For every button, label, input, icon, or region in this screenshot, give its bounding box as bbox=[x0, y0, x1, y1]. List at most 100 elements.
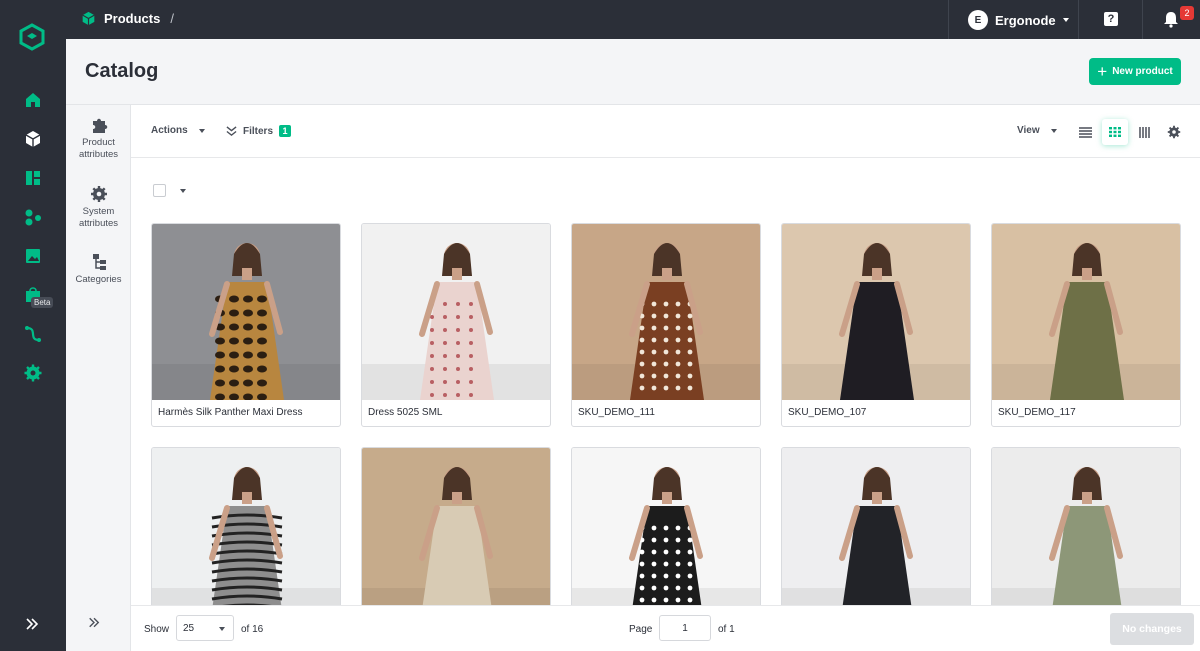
pagination-footer: Show 25 of 16 Page of 1 No changes bbox=[131, 605, 1200, 651]
new-product-label: New product bbox=[1112, 66, 1173, 77]
user-menu[interactable]: E Ergonode bbox=[968, 10, 1069, 30]
filter-chevrons-icon bbox=[226, 125, 237, 136]
product-name: SKU_DEMO_107 bbox=[788, 407, 867, 418]
side-item-label: Categories bbox=[75, 274, 122, 285]
product-card[interactable]: SKU_DEMO_117 bbox=[991, 223, 1181, 427]
rail-dashboard-button[interactable] bbox=[20, 167, 46, 189]
side-item-product-attributes[interactable]: Product attributes bbox=[66, 116, 131, 161]
grid-view-icon bbox=[1109, 127, 1121, 137]
product-card[interactable] bbox=[151, 447, 341, 605]
product-photo bbox=[362, 224, 550, 400]
expand-rail-button[interactable] bbox=[20, 614, 44, 634]
products-icon bbox=[82, 11, 95, 26]
rail-integrations-button[interactable] bbox=[20, 206, 46, 228]
media-icon bbox=[26, 249, 40, 263]
list-view-icon bbox=[1078, 126, 1092, 138]
chevron-down-icon bbox=[198, 128, 205, 133]
page-number-input[interactable] bbox=[659, 615, 711, 641]
product-image bbox=[782, 448, 970, 605]
total-count: of 16 bbox=[241, 624, 264, 635]
grid-view-button[interactable] bbox=[1102, 119, 1128, 145]
product-card[interactable] bbox=[991, 447, 1181, 605]
side-item-label: attributes bbox=[78, 149, 119, 160]
chevron-down-icon bbox=[1050, 128, 1057, 133]
catalog-main: Actions Filters 1 View Harmès Silk Panth… bbox=[131, 105, 1200, 651]
double-chevron-right-icon bbox=[26, 618, 39, 630]
page-label: Page bbox=[629, 624, 653, 635]
product-name: Dress 5025 SML bbox=[368, 407, 443, 418]
products-icon bbox=[25, 131, 41, 147]
column-view-button[interactable] bbox=[1132, 119, 1158, 145]
rail-media-button[interactable] bbox=[20, 245, 46, 267]
show-label: Show bbox=[144, 624, 170, 635]
filters-button[interactable]: Filters 1 bbox=[226, 125, 292, 137]
notification-badge: 2 bbox=[1180, 6, 1194, 20]
tree-icon bbox=[92, 254, 106, 270]
rail-workflow-button[interactable] bbox=[20, 323, 46, 345]
expand-panel-button[interactable] bbox=[88, 615, 100, 631]
product-photo bbox=[152, 448, 340, 605]
plus-icon: + bbox=[1097, 61, 1108, 81]
product-photo bbox=[782, 224, 970, 400]
product-card[interactable] bbox=[571, 447, 761, 605]
actions-dropdown[interactable]: Actions bbox=[151, 125, 205, 136]
filters-label: Filters bbox=[243, 125, 274, 137]
new-product-button[interactable]: + New product bbox=[1089, 58, 1181, 85]
side-item-label: Product bbox=[82, 137, 115, 148]
product-image bbox=[152, 224, 340, 400]
grid-toolbar: Actions Filters 1 View bbox=[131, 105, 1200, 158]
ergonode-logo-icon[interactable] bbox=[17, 22, 47, 52]
product-image bbox=[572, 448, 760, 605]
help-icon[interactable]: ? bbox=[1104, 12, 1118, 26]
divider bbox=[1078, 0, 1079, 39]
actions-label: Actions bbox=[151, 125, 188, 136]
page-title: Catalog bbox=[85, 60, 159, 82]
bell-icon[interactable] bbox=[1162, 10, 1180, 28]
workflow-icon bbox=[25, 326, 41, 342]
breadcrumb: Products / bbox=[81, 11, 174, 26]
product-card[interactable] bbox=[781, 447, 971, 605]
product-name: Harmès Silk Panther Maxi Dress bbox=[158, 407, 303, 418]
rail-products-button[interactable] bbox=[20, 128, 46, 150]
product-name: SKU_DEMO_111 bbox=[578, 407, 655, 418]
save-changes-button[interactable]: No changes bbox=[1110, 613, 1194, 645]
rail-home-button[interactable] bbox=[20, 89, 46, 111]
gear-icon bbox=[90, 186, 107, 202]
product-card[interactable]: SKU_DEMO_111 bbox=[571, 223, 761, 427]
beta-badge: Beta bbox=[31, 297, 54, 308]
dashboard-icon bbox=[26, 171, 40, 185]
product-name: SKU_DEMO_117 bbox=[998, 407, 1076, 418]
list-view-button[interactable] bbox=[1072, 119, 1098, 145]
side-item-categories[interactable]: Categories bbox=[66, 253, 131, 286]
total-pages: of 1 bbox=[718, 624, 735, 635]
per-page-select[interactable]: 25 bbox=[176, 615, 234, 641]
rail-settings-button[interactable] bbox=[20, 362, 46, 384]
product-photo bbox=[782, 448, 970, 605]
product-image bbox=[572, 224, 760, 400]
product-image bbox=[992, 224, 1180, 400]
product-card[interactable]: Dress 5025 SML bbox=[361, 223, 551, 427]
product-image bbox=[782, 224, 970, 400]
product-photo bbox=[362, 448, 550, 605]
side-item-system-attributes[interactable]: System attributes bbox=[66, 185, 131, 230]
product-card[interactable]: SKU_DEMO_107 bbox=[781, 223, 971, 427]
top-bar: Products / E Ergonode ? 2 bbox=[66, 0, 1200, 39]
home-icon bbox=[26, 93, 40, 107]
product-image bbox=[362, 224, 550, 400]
side-item-label: attributes bbox=[78, 218, 119, 229]
avatar: E bbox=[968, 10, 988, 30]
chevron-down-icon[interactable] bbox=[180, 189, 186, 193]
grid-settings-button[interactable] bbox=[1161, 119, 1187, 145]
select-all-checkbox[interactable] bbox=[153, 184, 166, 197]
product-photo bbox=[572, 224, 760, 400]
product-card[interactable]: Harmès Silk Panther Maxi Dress bbox=[151, 223, 341, 427]
product-photo bbox=[152, 224, 340, 400]
filters-count-badge: 1 bbox=[279, 125, 292, 137]
product-grid: Harmès Silk Panther Maxi Dress Dress 502… bbox=[151, 223, 1181, 605]
product-image bbox=[362, 448, 550, 605]
product-image bbox=[992, 448, 1180, 605]
view-dropdown[interactable]: View bbox=[1017, 125, 1057, 136]
breadcrumb-products[interactable]: Products bbox=[104, 11, 160, 26]
product-card[interactable] bbox=[361, 447, 551, 605]
view-label: View bbox=[1017, 125, 1040, 136]
